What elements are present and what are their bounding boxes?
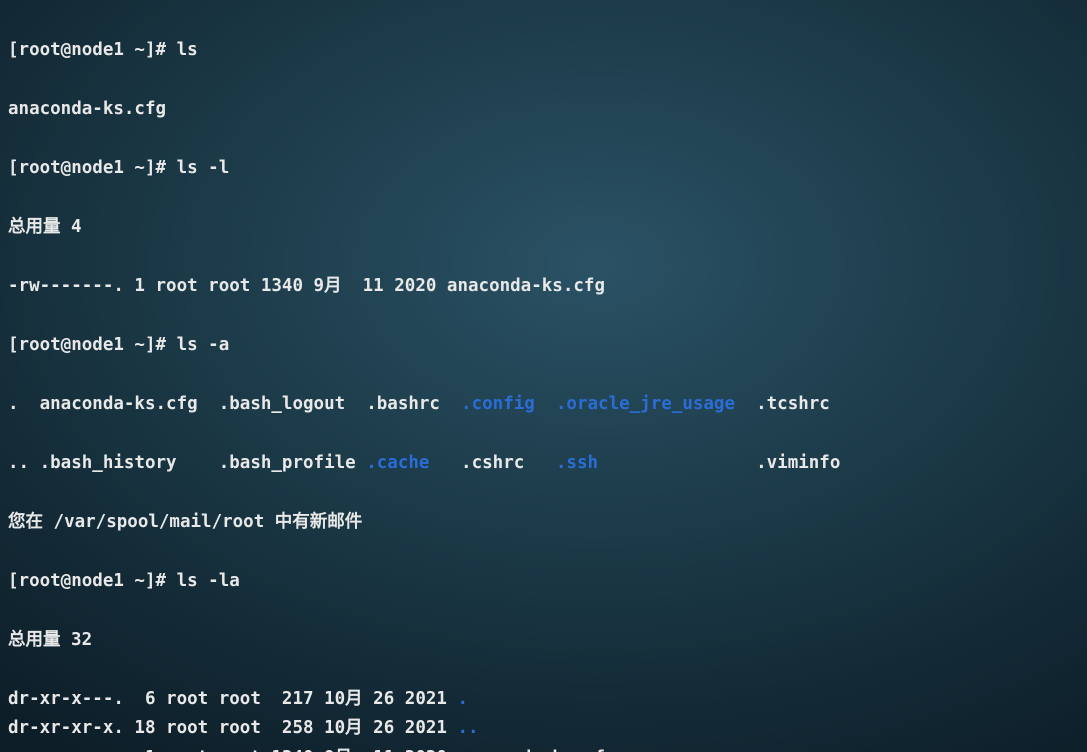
lsla-row-meta: dr-xr-x---. 6 root root 217 10月 26 2021	[8, 689, 457, 709]
lsa-text: .. .bash_history .bash_profile	[8, 453, 366, 473]
lsla-row: -rw-------. 1 root root 1340 9月 11 2020 …	[8, 744, 1079, 752]
file-entry: anaconda-ks.cfg	[457, 748, 615, 752]
output-line: 总用量 4	[8, 213, 1079, 243]
dir-entry: ..	[457, 718, 478, 738]
command: ls -a	[177, 335, 230, 355]
prompt: [root@node1 ~]#	[8, 40, 177, 60]
lsa-text: .tcshrc	[735, 394, 830, 414]
dir-config: .config	[461, 394, 535, 414]
command: ls -la	[177, 571, 240, 591]
prompt-line: [root@node1 ~]# ls -la	[8, 567, 1079, 597]
prompt: [root@node1 ~]#	[8, 571, 177, 591]
output-line: . anaconda-ks.cfg .bash_logout .bashrc .…	[8, 390, 1079, 420]
output-line: -rw-------. 1 root root 1340 9月 11 2020 …	[8, 272, 1079, 302]
dir-entry: .	[457, 689, 468, 709]
prompt-line: [root@node1 ~]# ls	[8, 36, 1079, 66]
prompt-line: [root@node1 ~]# ls -l	[8, 154, 1079, 184]
lsa-text: .cshrc	[429, 453, 555, 473]
lsla-row: dr-xr-x---. 6 root root 217 10月 26 2021 …	[8, 685, 1079, 715]
prompt: [root@node1 ~]#	[8, 158, 177, 178]
lsa-text	[535, 394, 556, 414]
lsa-text: .viminfo	[598, 453, 840, 473]
lsla-row-meta: -rw-------. 1 root root 1340 9月 11 2020	[8, 748, 457, 752]
command: ls	[177, 40, 198, 60]
ls-output: anaconda-ks.cfg	[8, 99, 166, 119]
dir-cache: .cache	[366, 453, 429, 473]
dir-oracle: .oracle_jre_usage	[556, 394, 735, 414]
lsa-text: . anaconda-ks.cfg .bash_logout .bashrc	[8, 394, 461, 414]
output-line: anaconda-ks.cfg	[8, 95, 1079, 125]
dir-ssh: .ssh	[556, 453, 598, 473]
mail-notice: 您在 /var/spool/mail/root 中有新邮件	[8, 508, 1079, 538]
command: ls -l	[177, 158, 230, 178]
lsl-row: -rw-------. 1 root root 1340 9月 11 2020 …	[8, 276, 605, 296]
prompt-line: [root@node1 ~]# ls -a	[8, 331, 1079, 361]
output-line: .. .bash_history .bash_profile .cache .c…	[8, 449, 1079, 479]
output-line: 总用量 32	[8, 626, 1079, 656]
lsla-total: 总用量 32	[8, 630, 92, 650]
lsla-rows: dr-xr-x---. 6 root root 217 10月 26 2021 …	[8, 685, 1079, 752]
lsla-row-meta: dr-xr-xr-x. 18 root root 258 10月 26 2021	[8, 718, 457, 738]
mail-text: 您在 /var/spool/mail/root 中有新邮件	[8, 512, 362, 532]
prompt: [root@node1 ~]#	[8, 335, 177, 355]
lsla-row: dr-xr-xr-x. 18 root root 258 10月 26 2021…	[8, 714, 1079, 744]
terminal[interactable]: [root@node1 ~]# ls anaconda-ks.cfg [root…	[0, 0, 1087, 752]
lsl-total: 总用量 4	[8, 217, 82, 237]
